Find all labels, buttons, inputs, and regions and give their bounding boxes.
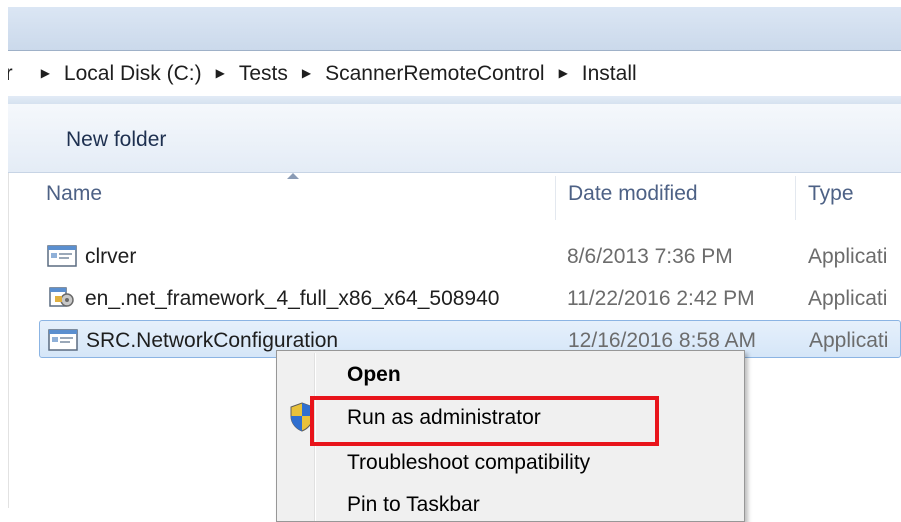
window-title-bar xyxy=(8,7,901,50)
address-bar[interactable]: er ▶ Local Disk (C:) ▶ Tests ▶ ScannerRe… xyxy=(8,50,901,97)
column-header-type[interactable]: Type xyxy=(808,182,854,206)
file-row-net-framework[interactable]: en_.net_framework_4_full_x86_x64_508940 … xyxy=(39,279,901,317)
breadcrumb-separator-icon[interactable]: ▶ xyxy=(288,66,325,80)
breadcrumb-separator-icon[interactable]: ▶ xyxy=(27,66,64,80)
breadcrumb-separator-icon[interactable]: ▶ xyxy=(202,66,239,80)
file-type: Applicati xyxy=(809,329,889,352)
highlight-annotation-box xyxy=(310,396,659,446)
column-divider[interactable] xyxy=(555,176,556,220)
application-window-icon xyxy=(48,329,78,351)
file-row-clrver[interactable]: clrver 8/6/2013 7:36 PM Applicati xyxy=(39,237,901,275)
sort-ascending-icon xyxy=(287,173,299,179)
file-name: en_.net_framework_4_full_x86_x64_508940 xyxy=(85,287,500,310)
column-divider[interactable] xyxy=(795,176,796,220)
breadcrumb-scannerremotecontrol[interactable]: ScannerRemoteControl xyxy=(325,62,544,86)
installer-icon xyxy=(49,287,74,307)
application-window-icon xyxy=(47,245,77,267)
new-folder-button[interactable]: New folder xyxy=(66,128,166,152)
column-header-name[interactable]: Name xyxy=(46,182,102,206)
context-menu-troubleshoot-compatibility[interactable]: Troubleshoot compatibility xyxy=(347,451,590,475)
file-date-modified: 8/6/2013 7:36 PM xyxy=(567,245,733,268)
divider-band xyxy=(8,96,901,104)
file-date-modified: 11/22/2016 2:42 PM xyxy=(567,287,755,310)
breadcrumb-install[interactable]: Install xyxy=(582,62,637,86)
file-type: Applicati xyxy=(808,245,888,268)
file-name: clrver xyxy=(85,245,137,268)
context-menu-pin-to-taskbar[interactable]: Pin to Taskbar xyxy=(347,493,480,517)
command-toolbar: New folder xyxy=(8,104,901,173)
file-type: Applicati xyxy=(808,287,888,310)
column-header-date-modified[interactable]: Date modified xyxy=(568,182,698,206)
breadcrumb-tests[interactable]: Tests xyxy=(239,62,288,86)
context-menu-open[interactable]: Open xyxy=(347,363,401,387)
breadcrumb-local-disk[interactable]: Local Disk (C:) xyxy=(64,62,202,86)
breadcrumb-truncated-segment[interactable]: er xyxy=(8,62,27,86)
breadcrumb-separator-icon[interactable]: ▶ xyxy=(545,66,582,80)
